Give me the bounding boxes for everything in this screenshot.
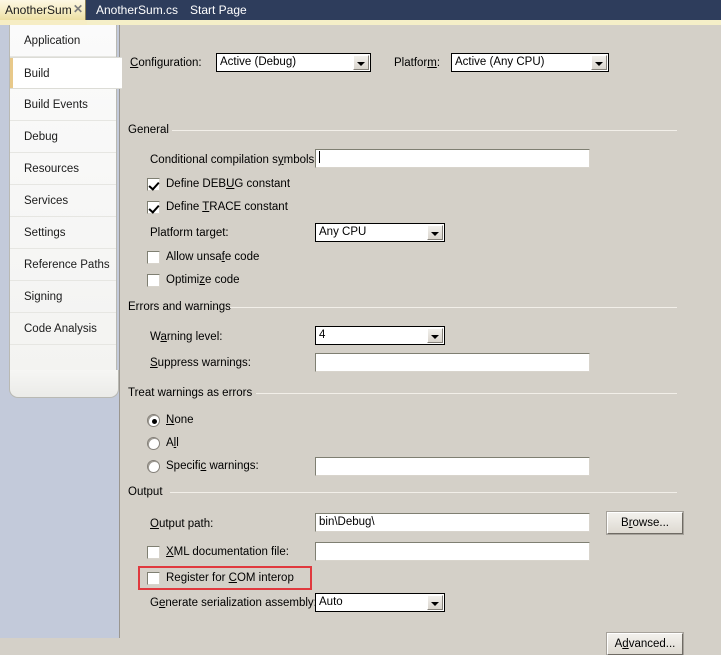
browse-button[interactable]: Browse... [607,512,683,534]
checkbox-icon[interactable] [147,546,160,559]
radio-icon[interactable] [147,460,160,473]
sidebar-item-code-analysis[interactable]: Code Analysis [10,313,116,345]
serialization-assembly-dropdown[interactable]: Auto [315,593,445,612]
warning-level-label: Warning level: [150,331,223,343]
close-icon[interactable]: ✕ [72,3,84,16]
sidebar-item-services[interactable]: Services [10,185,116,217]
tab-start-page[interactable]: Start Page [182,0,255,20]
sidebar-item-reference-paths[interactable]: Reference Paths [10,249,116,281]
checkbox-icon[interactable] [147,572,160,585]
output-path-input[interactable]: bin\Debug\ [315,513,590,532]
sidebar-item-label: Build [24,68,50,80]
xml-documentation-input[interactable] [315,542,590,561]
optimize-code-label: Optimize code [166,274,240,286]
tab-label: AnotherSum [5,3,72,17]
define-debug-label: Define DEBUG constant [166,178,291,190]
sidebar-item-label: Application [24,35,81,47]
errors-warnings-group-rule [230,307,677,308]
tab-anothersum-cs[interactable]: AnotherSum.cs [88,0,186,20]
platform-target-dropdown[interactable]: Any CPU [315,223,445,242]
sidebar-item-label: Code Analysis [24,323,97,335]
sidebar-item-signing[interactable]: Signing [10,281,116,313]
general-group-header: General [128,124,169,136]
sidebar-item-label: Services [24,195,69,207]
sidebar-item-build-events[interactable]: Build Events [10,89,116,121]
output-path-value: bin\Debug\ [319,516,375,528]
suppress-warnings-input[interactable] [315,353,590,372]
errors-warnings-group-header: Errors and warnings [128,301,231,313]
platform-dropdown[interactable]: Active (Any CPU) [451,53,609,72]
configuration-dropdown[interactable]: Active (Debug) [216,53,371,72]
properties-window-body: Application Build Build Events Debug Res… [0,25,721,655]
sidebar-bottom-edge [9,370,119,398]
sidebar-item-build[interactable]: Build [10,57,122,89]
sidebar-item-label: Reference Paths [24,259,110,271]
conditional-symbols-input[interactable] [315,149,590,168]
sidebar-item-debug[interactable]: Debug [10,121,116,153]
platform-target-label: Platform target: [150,227,229,239]
chevron-down-icon[interactable] [353,55,369,70]
advanced-button[interactable]: Advanced... [607,633,683,655]
sidebar-item-resources[interactable]: Resources [10,153,116,185]
specific-warnings-input[interactable] [315,457,590,476]
warning-level-dropdown[interactable]: 4 [315,326,445,345]
build-settings-pane: Configuration: Active (Debug) Platform: … [119,25,721,655]
sidebar-item-settings[interactable]: Settings [10,217,116,249]
radio-icon[interactable] [147,437,160,450]
checkbox-icon[interactable] [147,251,160,264]
checkbox-icon[interactable] [147,178,160,191]
output-group-rule [170,492,677,493]
platform-label: Platform: [394,57,441,69]
conditional-symbols-label: Conditional compilation symbols: [150,154,318,166]
editor-tab-bar: AnotherSum ✕ AnotherSum.cs Start Page [0,0,721,20]
radio-icon[interactable] [147,414,160,427]
serialization-assembly-label: Generate serialization assembly: [150,597,317,609]
platform-value: Active (Any CPU) [455,56,545,68]
treat-warnings-group-rule [256,393,677,394]
chevron-down-icon[interactable] [591,55,607,70]
output-path-label: Output path: [150,518,214,530]
sidebar-item-application[interactable]: Application [10,25,116,57]
output-group-header: Output [128,486,163,498]
sidebar-item-label: Resources [24,163,79,175]
checkbox-icon[interactable] [147,274,160,287]
chevron-down-icon[interactable] [427,225,443,240]
xml-documentation-label: XML documentation file: [166,546,289,558]
properties-category-list: Application Build Build Events Debug Res… [9,25,122,370]
warning-level-value: 4 [319,329,326,341]
sidebar-item-label: Signing [24,291,63,303]
allow-unsafe-label: Allow unsafe code [166,251,260,263]
tab-anothersum-properties[interactable]: AnotherSum ✕ [0,0,86,20]
suppress-warnings-label: Suppress warnings: [150,357,251,369]
treat-warnings-none-label: None [166,414,194,426]
checkbox-icon[interactable] [147,201,160,214]
sidebar-item-label: Build Events [24,99,88,111]
treat-warnings-all-label: All [166,437,179,449]
sidebar-item-label: Settings [24,227,66,239]
advanced-label: Advanced... [614,638,676,650]
platform-target-value: Any CPU [319,226,367,238]
treat-warnings-group-header: Treat warnings as errors [128,387,253,399]
sidebar-item-label: Debug [24,131,58,143]
configuration-label: Configuration: [130,57,202,69]
text-caret [319,151,320,163]
treat-warnings-specific-label: Specific warnings: [166,460,259,472]
chevron-down-icon[interactable] [427,328,443,343]
define-trace-label: Define TRACE constant [166,201,288,213]
configuration-value: Active (Debug) [220,56,297,68]
chevron-down-icon[interactable] [427,595,443,610]
com-interop-label: Register for COM interop [166,572,294,584]
browse-label: Browse... [621,517,669,529]
general-group-rule [172,130,677,131]
serialization-assembly-value: Auto [319,596,343,608]
configuration-row: Configuration: Active (Debug) Platform: … [130,53,715,75]
